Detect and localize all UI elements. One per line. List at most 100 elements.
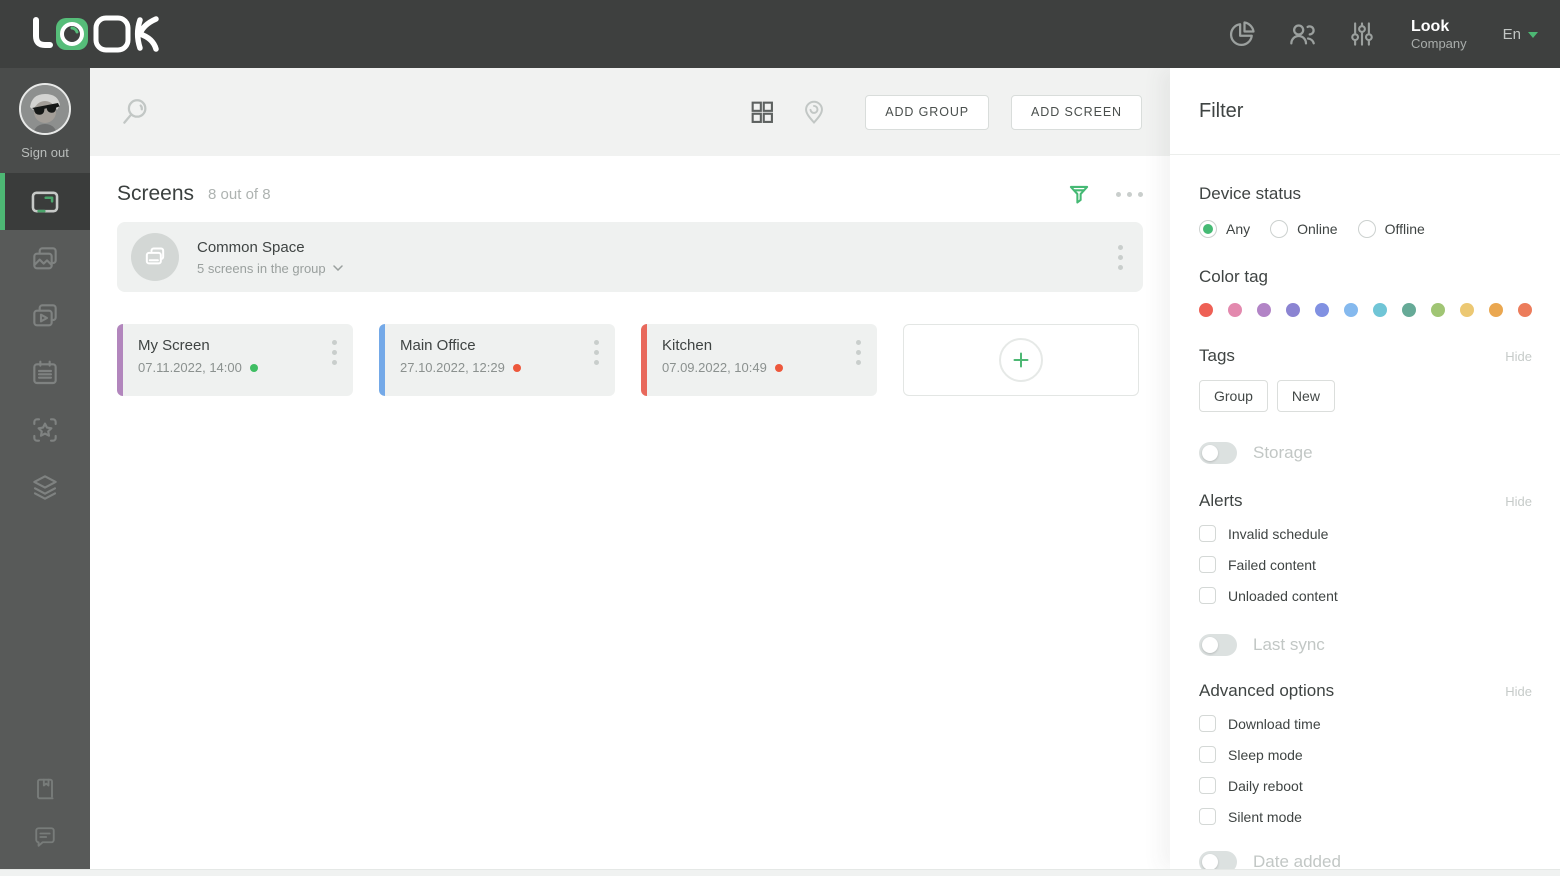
images-icon	[29, 243, 61, 275]
color-tag-dot[interactable]	[1518, 303, 1532, 317]
sidebar-item-screens[interactable]	[0, 173, 90, 230]
color-tag-dot[interactable]	[1460, 303, 1474, 317]
users-icon[interactable]	[1285, 17, 1319, 51]
status-dot	[250, 364, 258, 372]
alerts-checkboxes: Invalid schedule Failed content Unloaded…	[1199, 525, 1532, 604]
chevron-down-icon	[1528, 32, 1538, 38]
color-tag-palette	[1199, 303, 1532, 317]
sidebar-item-schedule[interactable]	[0, 344, 90, 401]
color-tag-dot[interactable]	[1489, 303, 1503, 317]
language-selector[interactable]: En	[1503, 26, 1538, 43]
color-tag-dot[interactable]	[1402, 303, 1416, 317]
advanced-checkbox-row[interactable]: Sleep mode	[1199, 746, 1532, 763]
alert-checkbox-row[interactable]: Unloaded content	[1199, 587, 1532, 604]
sidebar-item-documentation[interactable]	[0, 765, 90, 813]
color-tag-dot[interactable]	[1431, 303, 1445, 317]
group-card[interactable]: Common Space 5 screens in the group	[117, 222, 1143, 292]
screen-card-menu-button[interactable]	[588, 340, 605, 396]
account-info[interactable]: Look Company	[1411, 17, 1467, 52]
color-tag-dot[interactable]	[1199, 303, 1213, 317]
schedule-icon	[29, 357, 61, 389]
grid-view-icon[interactable]	[747, 97, 777, 127]
account-name: Look	[1411, 17, 1467, 36]
advanced-hide-link[interactable]: Hide	[1505, 684, 1532, 699]
group-menu-button[interactable]	[1112, 245, 1129, 270]
look-logo[interactable]	[22, 11, 160, 57]
color-tag-dot[interactable]	[1344, 303, 1358, 317]
map-view-icon[interactable]	[799, 97, 829, 127]
alerts-heading: Alerts	[1199, 491, 1242, 511]
screen-card[interactable]: Main Office 27.10.2022, 12:29	[379, 324, 615, 396]
device-status-options: Any Online Offline	[1199, 220, 1532, 238]
color-tag-dot[interactable]	[1315, 303, 1329, 317]
group-subtitle: 5 screens in the group	[197, 261, 326, 276]
statistics-icon[interactable]	[1225, 17, 1259, 51]
advanced-checkbox-row[interactable]: Daily reboot	[1199, 777, 1532, 794]
color-tag-dot[interactable]	[1228, 303, 1242, 317]
device-status-radio[interactable]: Any	[1199, 220, 1250, 238]
storage-toggle[interactable]	[1199, 442, 1237, 464]
group-expand-chevron-icon[interactable]	[333, 265, 343, 271]
chat-icon	[31, 823, 59, 851]
device-status-radio[interactable]: Offline	[1358, 220, 1425, 238]
alert-checkbox-row[interactable]: Invalid schedule	[1199, 525, 1532, 542]
screens-icon	[28, 185, 62, 219]
screen-card-menu-button[interactable]	[326, 340, 343, 396]
toolbar: ADD GROUP ADD SCREEN	[90, 68, 1170, 156]
avatar[interactable]	[19, 83, 71, 135]
checkbox-label: Download time	[1228, 716, 1321, 732]
color-tag-dot[interactable]	[1286, 303, 1300, 317]
language-label: En	[1503, 26, 1521, 43]
book-icon	[31, 775, 59, 803]
filter-toggle-icon[interactable]	[1066, 181, 1092, 207]
sidebar-item-support-chat[interactable]	[0, 813, 90, 861]
sidebar-item-widgets[interactable]	[0, 401, 90, 458]
date-added-toggle[interactable]	[1199, 851, 1237, 869]
advanced-checkbox-row[interactable]: Download time	[1199, 715, 1532, 732]
screen-card[interactable]: My Screen 07.11.2022, 14:00	[117, 324, 353, 396]
search-button[interactable]	[118, 95, 152, 129]
settings-sliders-icon[interactable]	[1345, 17, 1379, 51]
horizontal-scrollbar[interactable]	[0, 869, 1560, 876]
sign-out-button[interactable]: Sign out	[21, 145, 69, 160]
sidebar-item-playlists[interactable]	[0, 287, 90, 344]
sidebar-item-media[interactable]	[0, 230, 90, 287]
alerts-hide-link[interactable]: Hide	[1505, 494, 1532, 509]
screen-name: My Screen	[138, 337, 258, 354]
tag-button[interactable]: Group	[1199, 380, 1268, 412]
advanced-checkbox-row[interactable]: Silent mode	[1199, 808, 1532, 825]
sidebar-nav	[0, 173, 90, 515]
screens-menu-button[interactable]	[1116, 188, 1143, 201]
add-screen-button[interactable]: ADD SCREEN	[1011, 95, 1142, 130]
device-status-heading: Device status	[1199, 184, 1301, 204]
color-tag-stripe	[117, 324, 123, 396]
radio-circle-icon	[1199, 220, 1217, 238]
radio-label: Any	[1226, 221, 1250, 237]
playlists-icon	[29, 300, 61, 332]
color-tag-heading: Color tag	[1199, 267, 1268, 287]
color-tag-dot[interactable]	[1257, 303, 1271, 317]
checkbox-label: Failed content	[1228, 557, 1316, 573]
tag-button[interactable]: New	[1277, 380, 1335, 412]
device-status-radio[interactable]: Online	[1270, 220, 1337, 238]
sidebar-item-layers[interactable]	[0, 458, 90, 515]
screens-content: Screens 8 out of 8	[90, 181, 1170, 396]
radio-label: Offline	[1385, 221, 1425, 237]
screen-card[interactable]: Kitchen 07.09.2022, 10:49	[641, 324, 877, 396]
alert-checkbox-row[interactable]: Failed content	[1199, 556, 1532, 573]
screen-card-menu-button[interactable]	[850, 340, 867, 396]
account-type: Company	[1411, 36, 1467, 52]
top-bar: Look Company En	[0, 0, 1560, 68]
tags-heading: Tags	[1199, 346, 1235, 366]
screen-cards-row: My Screen 07.11.2022, 14:00 Main Office	[117, 324, 1143, 396]
tags-hide-link[interactable]: Hide	[1505, 349, 1532, 364]
add-screen-card[interactable]	[903, 324, 1139, 396]
sidebar: Sign out	[0, 68, 90, 869]
add-group-button[interactable]: ADD GROUP	[865, 95, 989, 130]
checkbox-icon	[1199, 715, 1216, 732]
sidebar-bottom	[0, 765, 90, 869]
checkbox-label: Daily reboot	[1228, 778, 1303, 794]
last-sync-toggle[interactable]	[1199, 634, 1237, 656]
advanced-options-heading: Advanced options	[1199, 681, 1334, 701]
color-tag-dot[interactable]	[1373, 303, 1387, 317]
